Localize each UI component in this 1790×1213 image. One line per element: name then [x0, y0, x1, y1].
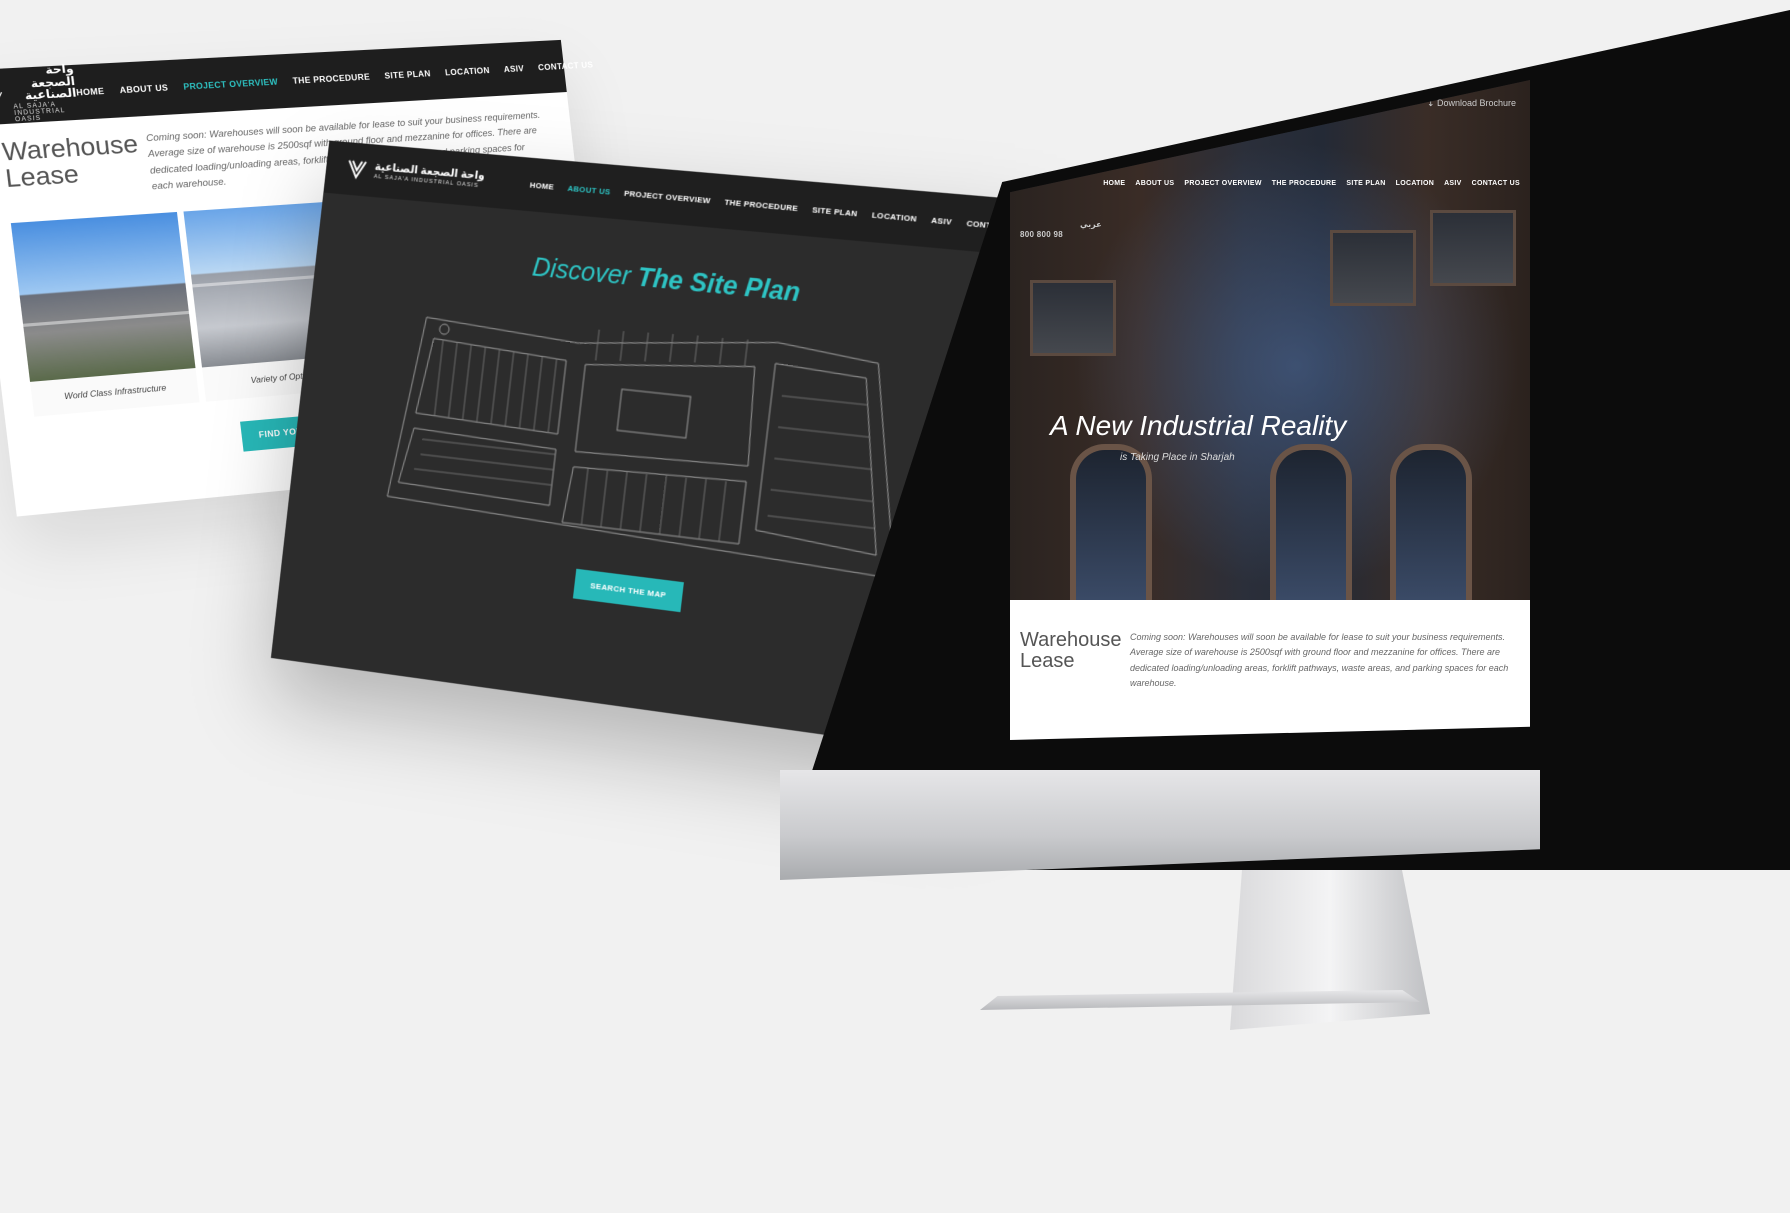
warehouse-title-line2: Lease: [1020, 650, 1075, 672]
site-logo-dark[interactable]: واحة الصجعة الصناعية AL SAJA'A INDUSTRIA…: [345, 156, 485, 192]
nav-asiv[interactable]: ASIV: [1444, 180, 1462, 187]
nav-procedure[interactable]: THE PROCEDURE: [1272, 180, 1337, 187]
nav-home[interactable]: HOME: [1103, 180, 1125, 187]
nav-asiv[interactable]: ASIV: [503, 64, 524, 74]
nav-about[interactable]: ABOUT US: [119, 83, 169, 95]
homepage-screen: ↧ Download Brochure 800 800 98 عربي HOME…: [1010, 80, 1530, 740]
monitor-stand: [1230, 870, 1430, 1030]
nav-location[interactable]: LOCATION: [1396, 180, 1434, 187]
nav-contact[interactable]: CONTACT US: [538, 60, 594, 72]
download-brochure-link[interactable]: ↧ Download Brochure: [1427, 98, 1516, 109]
homepage-nav: HOME ABOUT US PROJECT OVERVIEW THE PROCE…: [1103, 180, 1520, 187]
nav-procedure[interactable]: THE PROCEDURE: [292, 72, 370, 85]
language-switch[interactable]: عربي: [1080, 220, 1102, 229]
warehouse-title-line2: Lease: [3, 160, 81, 194]
logo-english: AL SAJA'A INDUSTRIAL OASIS: [13, 101, 66, 124]
nav-home[interactable]: HOME: [76, 86, 105, 97]
nav-about[interactable]: ABOUT US: [567, 183, 611, 196]
nav-site-plan[interactable]: SITE PLAN: [1346, 180, 1385, 187]
logo-arabic: واحة الصجعة الصناعية: [24, 63, 78, 103]
warehouse-description: Coming soon: Warehouses will soon be ava…: [1130, 632, 1509, 688]
showcase-stage: واحة الصجعة الصناعية AL SAJA'A INDUSTRIA…: [0, 0, 1790, 1213]
download-brochure-label: Download Brochure: [1436, 98, 1516, 108]
hero-subtitle: is Taking Place in Sharjah: [1120, 452, 1235, 463]
nav-contact[interactable]: CONTACT US: [1472, 180, 1520, 187]
warehouse-title: Warehouse Lease: [1, 130, 140, 205]
warehouse-title-line1: Warehouse: [1020, 629, 1122, 651]
nav-site-plan[interactable]: SITE PLAN: [384, 69, 431, 81]
infrastructure-photo[interactable]: [10, 212, 196, 383]
site-logo[interactable]: واحة الصجعة الصناعية AL SAJA'A INDUSTRIA…: [0, 63, 80, 125]
nav-project-overview[interactable]: PROJECT OVERVIEW: [624, 188, 712, 205]
warehouse-title: Warehouse Lease: [1020, 629, 1122, 740]
nav-location[interactable]: LOCATION: [444, 65, 490, 77]
logo-icon: [0, 84, 5, 110]
site-plan-heading-light: Discover: [530, 250, 633, 292]
phone-number[interactable]: 800 800 98: [1020, 230, 1063, 239]
nav-project-overview[interactable]: PROJECT OVERVIEW: [183, 77, 279, 91]
site-plan-heading-bold: The Site Plan: [635, 260, 802, 308]
warehouse-lease-strip: Warehouse Lease Coming soon: Warehouses …: [1010, 600, 1530, 740]
nav-project-overview[interactable]: PROJECT OVERVIEW: [1184, 180, 1261, 187]
hero-title: A New Industrial Reality: [1050, 410, 1347, 441]
nav-home[interactable]: HOME: [529, 180, 554, 191]
search-map-button[interactable]: SEARCH THE MAP: [573, 568, 684, 613]
nav-about[interactable]: ABOUT US: [1135, 180, 1174, 187]
nav-menu: HOME ABOUT US PROJECT OVERVIEW THE PROCE…: [76, 60, 594, 97]
logo-icon: [345, 156, 368, 182]
